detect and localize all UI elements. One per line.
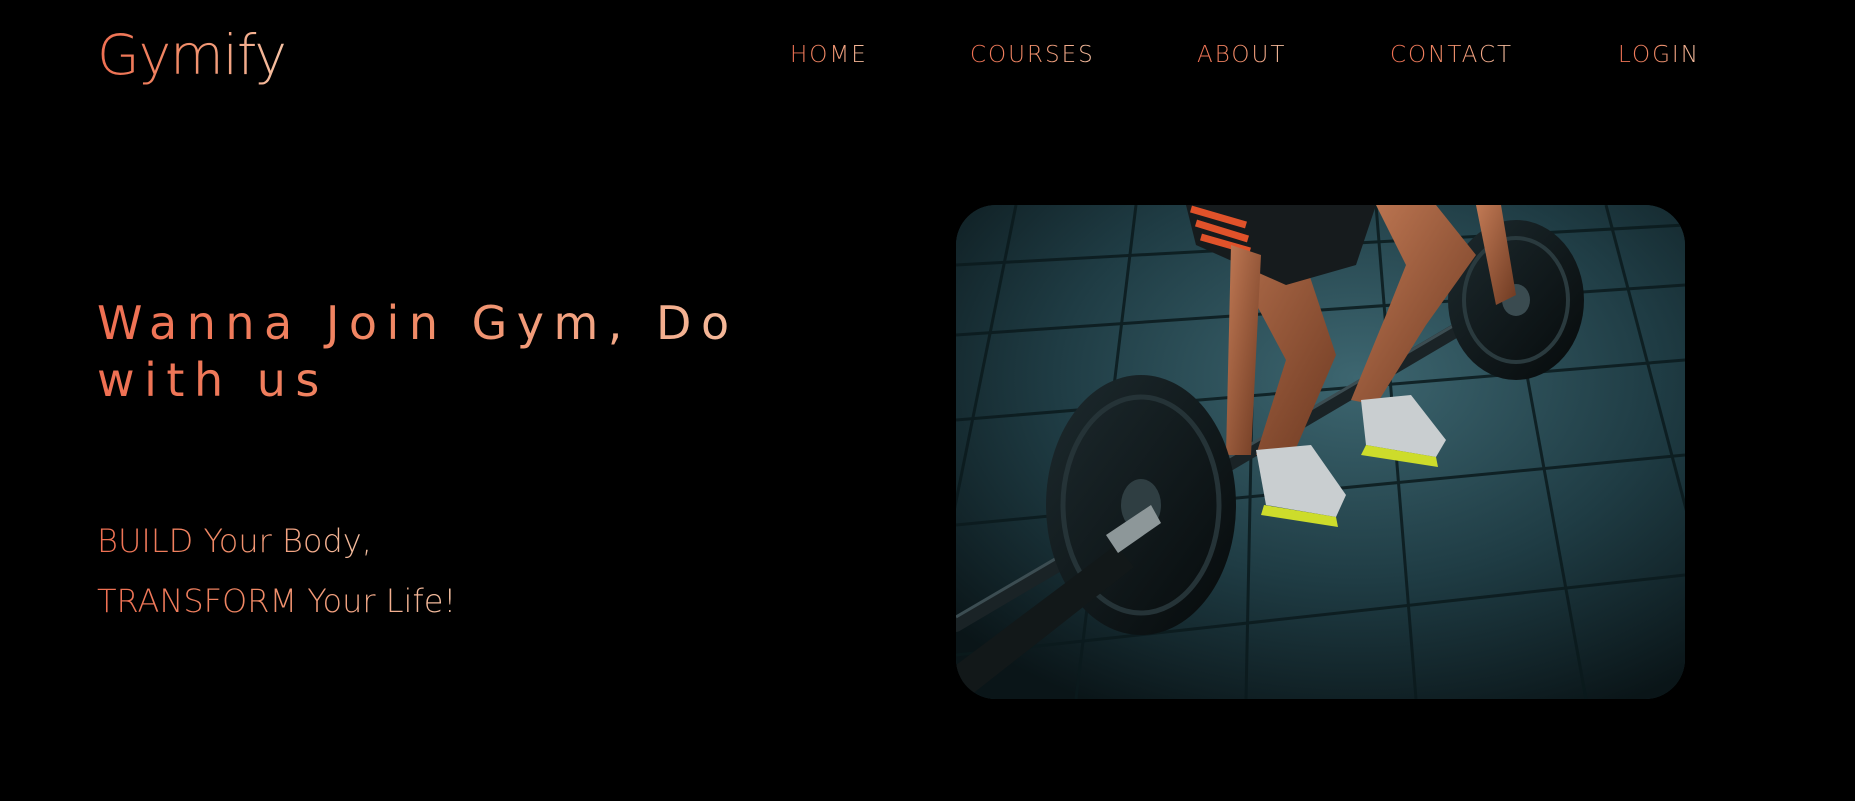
- hero-title: Wanna Join Gym, Do with us: [97, 295, 797, 409]
- main-nav: HOME COURSES ABOUT CONTACT LOGIN: [0, 40, 1855, 70]
- nav-contact-link[interactable]: CONTACT: [1390, 40, 1513, 70]
- nav-courses-link[interactable]: COURSES: [970, 40, 1095, 70]
- nav-home-link[interactable]: HOME: [790, 40, 868, 70]
- landing-page: Gymify HOME COURSES ABOUT CONTACT LOGIN …: [0, 0, 1855, 801]
- deadlift-photo-illustration: [956, 205, 1685, 699]
- hero-tagline-line-1: BUILD Your Body,: [97, 522, 372, 560]
- nav-login-link[interactable]: LOGIN: [1618, 40, 1700, 70]
- hero-tagline-line-2: TRANSFORM Your Life!: [97, 582, 457, 620]
- nav-about-link[interactable]: ABOUT: [1197, 40, 1286, 70]
- hero-image: [956, 205, 1685, 699]
